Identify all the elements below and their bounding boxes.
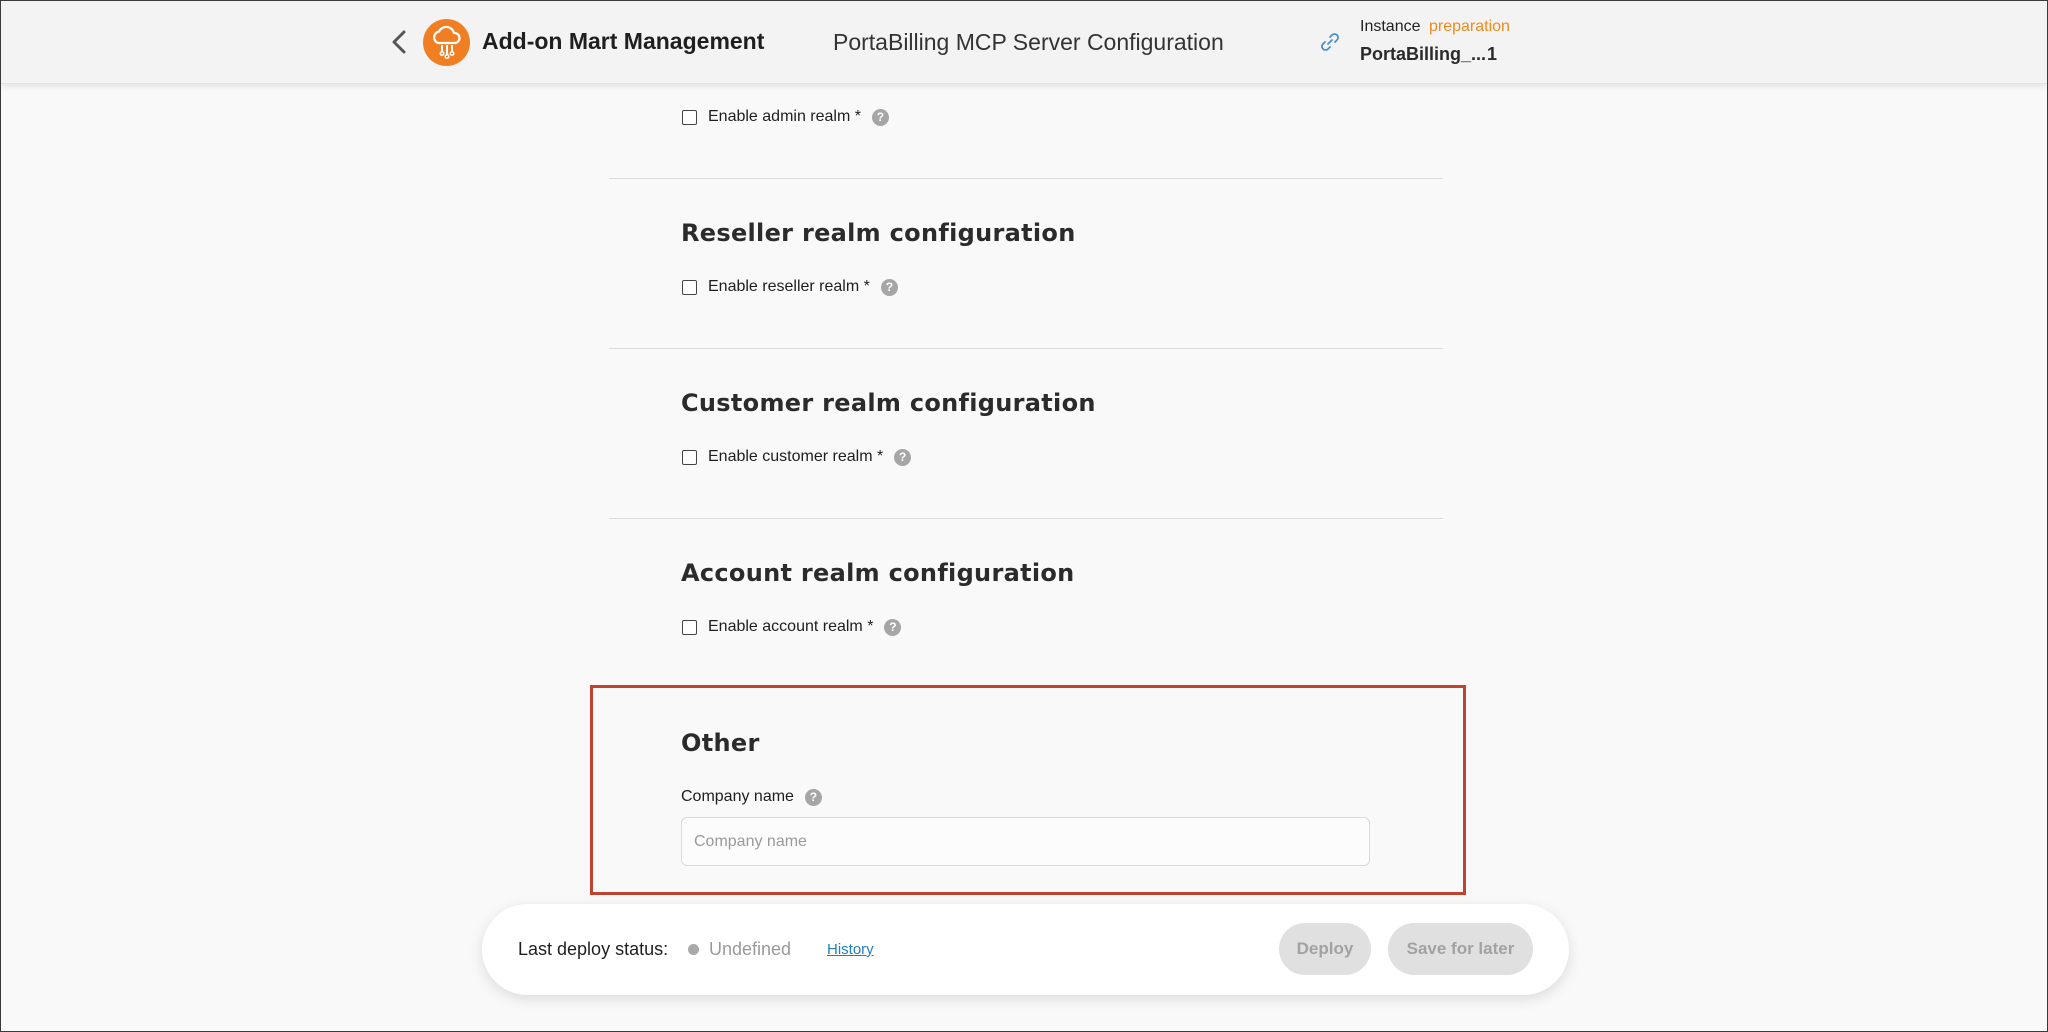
help-icon[interactable]: ?: [880, 278, 898, 296]
enable-customer-realm-checkbox[interactable]: [682, 449, 697, 465]
account-realm-option[interactable]: Enable account realm * ?: [682, 617, 902, 637]
cloud-icon: [433, 25, 461, 60]
app-title: Add-on Mart Management: [482, 28, 765, 54]
back-button[interactable]: [385, 27, 413, 57]
company-name-label-row: Company name ?: [681, 788, 822, 806]
reseller-realm-heading: Reseller realm configuration: [681, 219, 1076, 247]
enable-reseller-realm-label: Enable reseller realm *: [708, 278, 870, 295]
help-icon[interactable]: ?: [871, 108, 889, 126]
customer-realm-heading: Customer realm configuration: [681, 389, 1096, 417]
instance-status: preparation: [1429, 18, 1510, 35]
help-icon[interactable]: ?: [884, 618, 902, 636]
company-name-input[interactable]: [681, 817, 1370, 866]
customer-realm-option[interactable]: Enable customer realm * ?: [682, 447, 912, 467]
save-for-later-button[interactable]: Save for later: [1388, 923, 1533, 975]
page-title: PortaBilling MCP Server Configuration: [833, 29, 1224, 55]
history-link[interactable]: History: [827, 941, 874, 958]
status-dot-icon: [688, 944, 699, 955]
admin-realm-option[interactable]: Enable admin realm * ?: [682, 107, 889, 127]
instance-label: Instance: [1360, 18, 1421, 35]
deploy-button[interactable]: Deploy: [1279, 923, 1371, 975]
instance-name: PortaBilling_...: [1360, 44, 1487, 64]
help-icon[interactable]: ?: [804, 788, 822, 806]
company-name-label: Company name: [681, 788, 794, 805]
deploy-status-value: Undefined: [709, 939, 792, 959]
other-heading: Other: [681, 729, 760, 757]
deploy-status-label: Last deploy status:: [518, 939, 669, 959]
account-realm-heading: Account realm configuration: [681, 559, 1075, 587]
reseller-realm-option[interactable]: Enable reseller realm * ?: [682, 277, 898, 297]
chevron-left-icon: [392, 30, 406, 54]
enable-admin-realm-checkbox[interactable]: [682, 109, 697, 125]
enable-reseller-realm-checkbox[interactable]: [682, 279, 697, 295]
instance-number: 1: [1487, 44, 1498, 64]
section-divider: [609, 178, 1443, 179]
deploy-bar: Last deploy status: Undefined History De…: [482, 904, 1569, 995]
enable-admin-realm-label: Enable admin realm *: [708, 108, 861, 125]
enable-account-realm-checkbox[interactable]: [682, 619, 697, 635]
enable-customer-realm-label: Enable customer realm *: [708, 448, 884, 465]
top-header: Add-on Mart Management PortaBilling MCP …: [1, 1, 2047, 84]
section-divider: [609, 518, 1443, 519]
enable-account-realm-label: Enable account realm *: [708, 618, 874, 635]
help-icon[interactable]: ?: [894, 448, 912, 466]
section-divider: [609, 348, 1443, 349]
app-window: Add-on Mart Management PortaBilling MCP …: [0, 0, 2048, 1032]
link-icon[interactable]: [1319, 31, 1341, 53]
app-logo: [423, 19, 470, 66]
